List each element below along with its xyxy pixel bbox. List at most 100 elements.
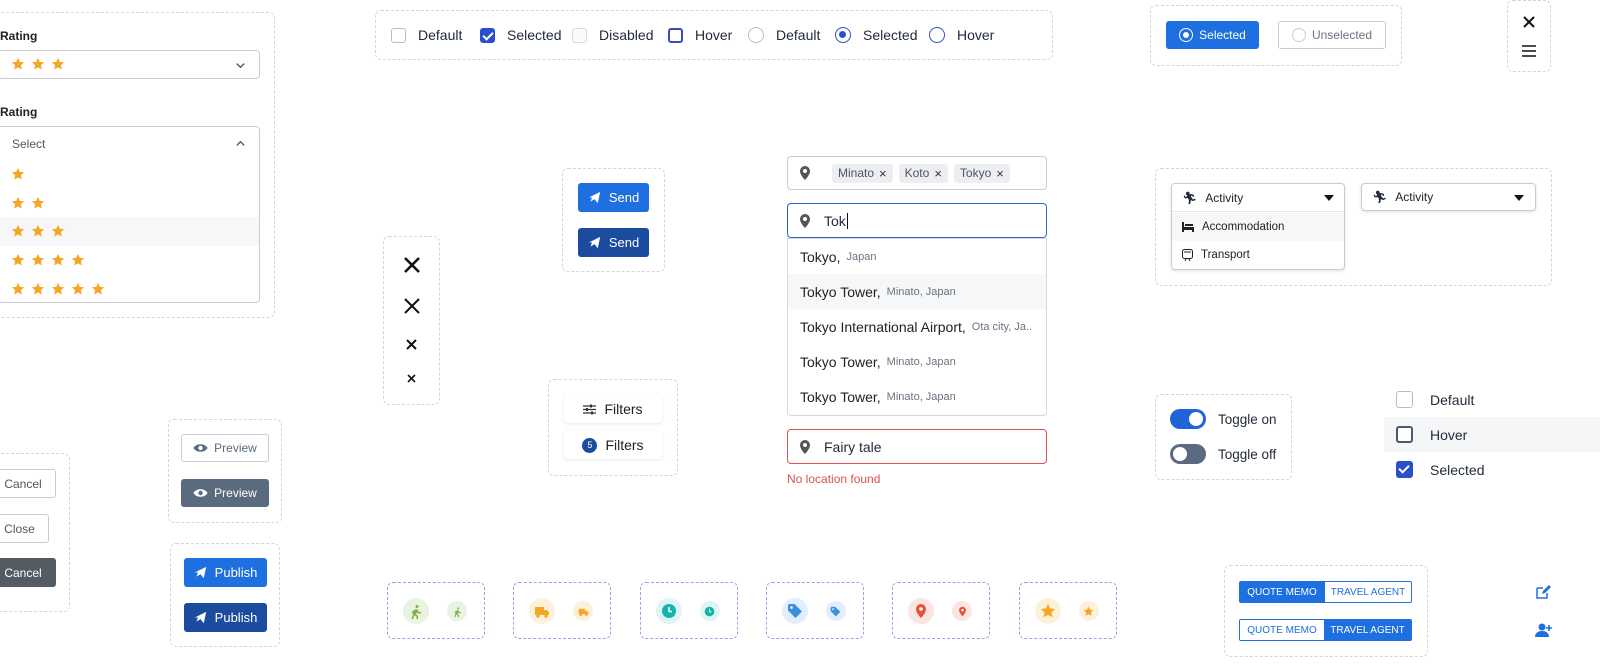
rating-label: Rating [0,105,38,119]
star-icon [51,253,65,266]
location-search-field[interactable]: Tok [787,203,1047,238]
option-label: Accommodation [1202,221,1285,233]
cancel-button[interactable]: Cancel [0,558,56,587]
checkbox[interactable] [1396,426,1413,443]
checkbox[interactable] [668,27,683,43]
checkbox-label: Selected [507,27,562,43]
location-chip[interactable]: Koto × [898,163,948,183]
toggle-switch-off[interactable] [1170,444,1206,464]
location-result-item[interactable]: Tokyo Tower, Minato, Japan [788,274,1046,309]
star-icon [11,282,25,295]
radio[interactable] [929,27,945,43]
close-icon[interactable] [1523,16,1535,28]
radio-hover[interactable]: Hover [929,27,994,43]
chip-list: Minato × Koto × Tokyo × [832,163,1010,183]
rating-option[interactable] [0,160,259,189]
location-error-field[interactable]: Fairy tale [787,429,1047,464]
rating-option[interactable] [0,189,259,218]
preview-button[interactable]: Preview [181,434,269,462]
search-input[interactable]: Tok [824,212,848,229]
rating-select-open[interactable]: Select [0,126,260,303]
rating-option[interactable] [0,274,259,303]
publish-button[interactable]: Publish [184,558,267,587]
segment-travel-agent[interactable]: TRAVEL AGENT [1324,620,1411,640]
close-icon[interactable] [403,256,421,274]
filters-button[interactable]: Filters [564,395,662,423]
list-checkbox-hover[interactable]: Hover [1384,417,1600,452]
checkbox[interactable] [1396,461,1413,478]
preview-label: Preview [214,441,257,455]
radio[interactable] [835,27,851,43]
radio-selected[interactable]: Selected [835,27,917,43]
caret-down-icon [1324,195,1334,201]
menu-icon[interactable] [1522,45,1536,57]
publish-button[interactable]: Publish [184,603,267,632]
rating-option[interactable] [0,246,259,275]
add-user-icon[interactable] [1535,623,1552,637]
checkbox-label: Default [1430,391,1475,408]
rating-option-list [0,160,259,303]
clock-icon [699,601,720,621]
send-label: Send [608,190,640,205]
location-chip[interactable]: Minato × [832,163,893,183]
send-button[interactable]: Send [578,228,649,257]
star-icon [31,196,45,209]
rating-select-closed[interactable] [0,50,260,79]
list-checkbox-selected[interactable]: Selected [1384,452,1600,487]
paper-plane-icon [194,611,206,624]
filters-button-active[interactable]: 5 Filters [564,431,662,459]
radio-label: Hover [957,27,995,43]
rating-option[interactable] [0,217,259,246]
activity-dropdown-closed[interactable]: 🏃︎ Activity [1361,183,1536,211]
radio-button-unselected[interactable]: Unselected [1278,21,1386,49]
radio-button-selected[interactable]: Selected [1166,21,1259,49]
segment-travel-agent[interactable]: TRAVEL AGENT [1324,582,1411,602]
activity-dropdown-open[interactable]: 🏃︎ Activity Accommodation Transport [1171,183,1345,270]
segment-quote-memo[interactable]: QUOTE MEMO [1240,620,1325,640]
toggle-switch-on[interactable] [1170,409,1206,429]
location-result-item[interactable]: Tokyo International Airport, Ota city, Ja… [788,309,1046,344]
send-button[interactable]: Send [578,183,649,212]
star-icon [31,57,45,70]
checkbox-default[interactable]: Default [391,27,462,43]
chip-remove-icon[interactable]: × [996,166,1004,181]
icon-badge-panel [765,582,864,639]
location-chip[interactable]: Tokyo × [953,163,1010,183]
star-icon [11,196,25,209]
close-icon[interactable] [404,298,420,314]
close-icon[interactable] [407,374,416,383]
radio-default[interactable]: Default [748,27,820,43]
chip-remove-icon[interactable]: × [879,166,887,181]
toggle-off-row[interactable]: Toggle off [1170,444,1276,464]
cancel-button[interactable]: Cancel [0,469,56,498]
activity-option[interactable]: Transport [1172,241,1344,269]
error-input-value[interactable]: Fairy tale [824,439,882,455]
list-checkbox-default[interactable]: Default [1384,382,1600,417]
close-icon[interactable] [406,339,417,350]
location-result-item[interactable]: Tokyo Tower, Minato, Japan [788,344,1046,379]
close-button[interactable]: Close [0,514,49,543]
checkbox[interactable] [391,27,406,43]
star-icon [51,225,65,238]
star-icon [91,282,105,295]
paper-plane-icon [588,191,600,204]
checkbox-selected[interactable]: Selected [480,27,561,43]
activity-icon [447,601,467,621]
radio[interactable] [748,27,764,43]
toggle-on-row[interactable]: Toggle on [1170,409,1277,429]
checkbox[interactable] [480,27,495,43]
location-result-item[interactable]: Tokyo, Japan [788,239,1046,274]
activity-option[interactable]: Accommodation [1172,213,1344,241]
edit-icon[interactable] [1536,585,1551,599]
chip-remove-icon[interactable]: × [934,166,942,181]
preview-button[interactable]: Preview [181,479,269,507]
activity-dropdown-header[interactable]: 🏃︎ Activity [1172,184,1344,212]
location-chip-field[interactable]: Minato × Koto × Tokyo × [787,156,1047,190]
send-label: Send [608,235,640,250]
star-icon [1078,601,1099,621]
checkbox[interactable] [1396,391,1413,408]
checkbox-hover[interactable]: Hover [668,27,732,43]
segment-quote-memo[interactable]: QUOTE MEMO [1240,582,1325,602]
location-result-item[interactable]: Tokyo Tower, Minato, Japan [788,379,1046,414]
star-icon [31,225,45,238]
